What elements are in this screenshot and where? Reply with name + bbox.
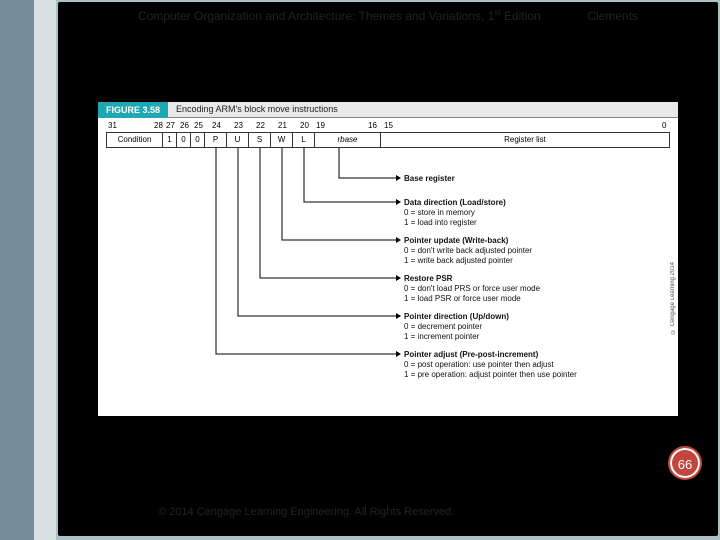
cell-U: U: [227, 133, 249, 147]
desc-psr-0: 0 = don't load PRS or force user mode: [404, 284, 540, 294]
footer-copyright: © 2014 Cengage Learning Engineering. All…: [158, 506, 454, 518]
page-number-badge: 66: [668, 446, 702, 480]
arrowhead-icon: [396, 313, 401, 319]
cell-condition: Condition: [107, 133, 163, 147]
desc-dir-0: 0 = store in memory: [404, 208, 475, 218]
figure-title-bar: FIGURE 3.58 Encoding ARM's block move in…: [98, 102, 678, 118]
sidebar-decoration: [0, 0, 56, 540]
bit-24: 24: [212, 121, 221, 130]
figure-box: FIGURE 3.58 Encoding ARM's block move in…: [98, 102, 678, 416]
cell-P: P: [205, 133, 227, 147]
desc-adj-1: 1 = pre operation: adjust pointer then u…: [404, 370, 577, 380]
cell-rbase: rbase: [315, 133, 381, 147]
desc-adj-0: 0 = post operation: use pointer then adj…: [404, 360, 554, 370]
figure-label: FIGURE 3.58: [98, 102, 168, 118]
bit-positions: 31 28 27 26 25 24 23 22 21 20 19 16 15 0: [106, 121, 670, 131]
desc-upd-0: 0 = don't write back adjusted pointer: [404, 246, 532, 256]
slide-body: Computer Organization and Architecture: …: [58, 2, 718, 536]
cell-1: 1: [163, 133, 177, 147]
arrowhead-icon: [396, 275, 401, 281]
bit-27: 27: [166, 121, 175, 130]
bit-28: 28: [154, 121, 163, 130]
book-title-post: Edition: [501, 9, 541, 23]
author-name: Clements: [587, 9, 638, 23]
figure-caption: Encoding ARM's block move instructions: [176, 104, 338, 114]
bit-31: 31: [108, 121, 117, 130]
desc-ud-0: 0 = decrement pointer: [404, 322, 482, 332]
desc-psr-1: 1 = load PSR or force user mode: [404, 294, 521, 304]
cell-L: L: [293, 133, 315, 147]
desc-ud-1: 1 = increment pointer: [404, 332, 479, 342]
arrowhead-icon: [396, 199, 401, 205]
bit-21: 21: [278, 121, 287, 130]
bit-22: 22: [256, 121, 265, 130]
cell-S: S: [249, 133, 271, 147]
book-title-pre: Computer Organization and Architecture: …: [138, 9, 494, 23]
arrowhead-icon: [396, 351, 401, 357]
side-credit: © Cengage Learning 2014: [670, 262, 676, 334]
desc-adj-title: Pointer adjust (Pre-post-increment): [404, 350, 538, 360]
bit-25: 25: [194, 121, 203, 130]
bit-16: 16: [368, 121, 377, 130]
connector-area: Base register Data direction (Load/store…: [106, 148, 670, 408]
bit-23: 23: [234, 121, 243, 130]
cell-0a: 0: [177, 133, 191, 147]
desc-upd-1: 1 = write back adjusted pointer: [404, 256, 513, 266]
desc-psr-title: Restore PSR: [404, 274, 452, 284]
arrowhead-icon: [396, 237, 401, 243]
desc-ud-title: Pointer direction (Up/down): [404, 312, 509, 322]
bit-0: 0: [662, 121, 666, 130]
cell-reglist: Register list: [381, 133, 669, 147]
desc-upd-title: Pointer update (Write-back): [404, 236, 508, 246]
desc-dir-title: Data direction (Load/store): [404, 198, 506, 208]
slide-header: Computer Organization and Architecture: …: [58, 8, 718, 23]
bit-20: 20: [300, 121, 309, 130]
bit-26: 26: [180, 121, 189, 130]
bit-15: 15: [384, 121, 393, 130]
desc-dir-1: 1 = load into register: [404, 218, 477, 228]
desc-base: Base register: [404, 174, 455, 184]
connector-lines: [106, 148, 670, 408]
cell-0b: 0: [191, 133, 205, 147]
bit-19: 19: [316, 121, 325, 130]
cell-W: W: [271, 133, 293, 147]
arrowhead-icon: [396, 175, 401, 181]
encoding-table: Condition 1 0 0 P U S W L rbase Register…: [106, 132, 670, 148]
